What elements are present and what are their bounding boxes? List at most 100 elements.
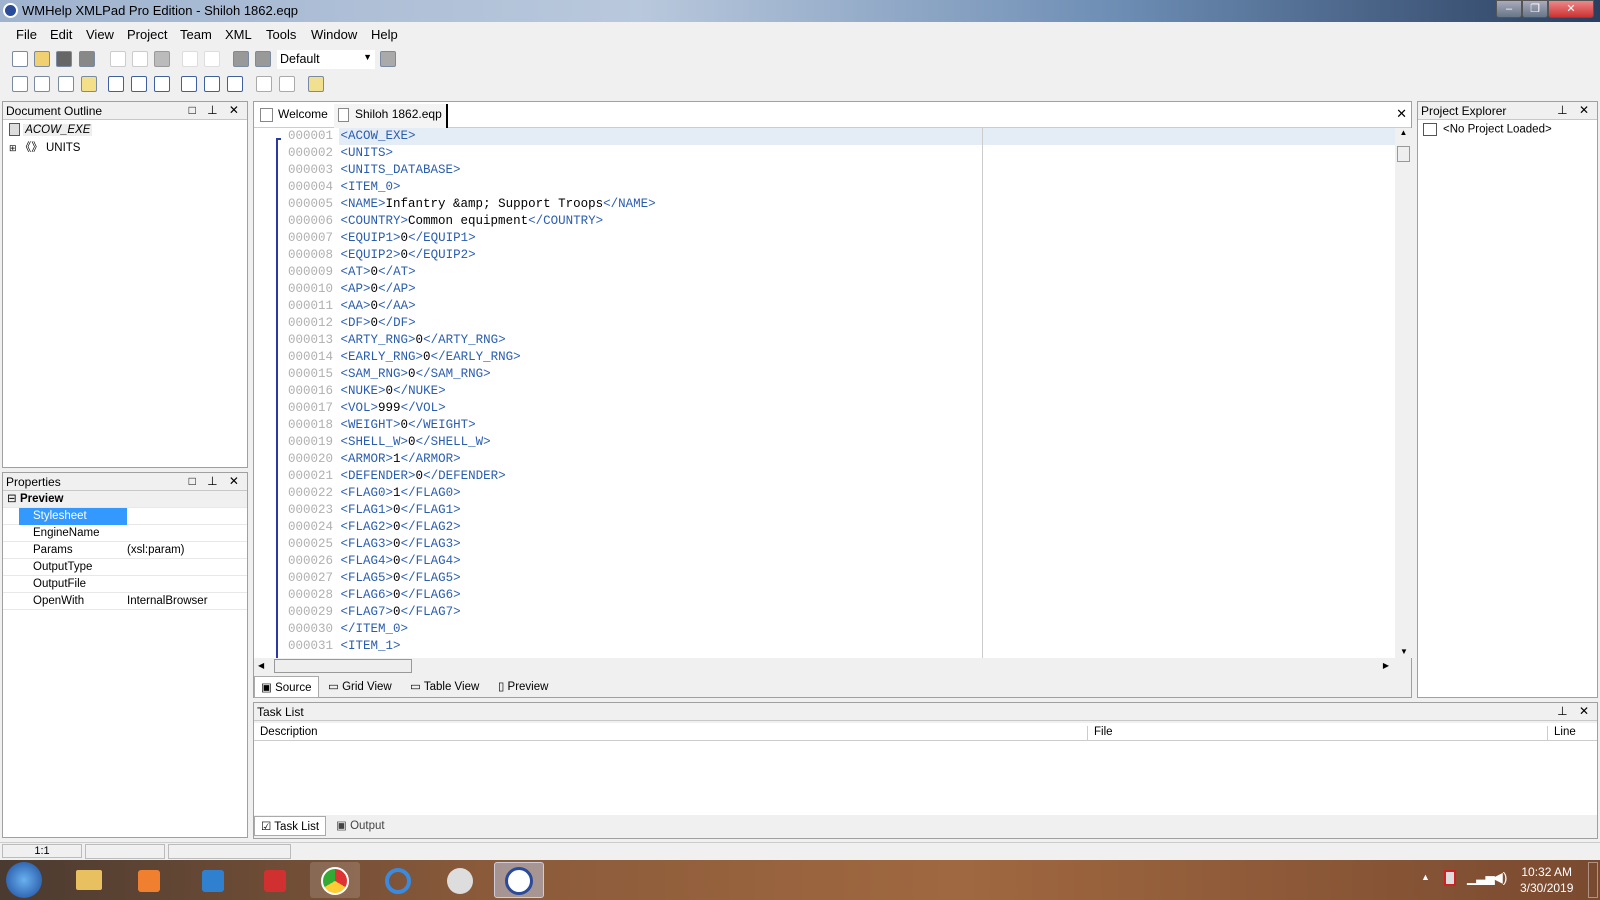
cut-icon[interactable]	[110, 51, 126, 67]
menu-window[interactable]: Window	[311, 27, 357, 42]
scroll-thumb[interactable]	[1397, 146, 1410, 162]
start-button[interactable]	[6, 862, 42, 898]
schema-icon[interactable]	[308, 76, 324, 92]
xmlpad-icon[interactable]	[494, 862, 544, 898]
line-number: 000008	[288, 248, 334, 262]
minimize-button[interactable]: –	[1496, 0, 1522, 18]
xml-tag: <WEIGHT>	[340, 418, 401, 432]
menu-view[interactable]: View	[86, 27, 114, 42]
property-row[interactable]: EngineName	[3, 525, 247, 542]
outline-root[interactable]: ACOW_EXE	[9, 123, 93, 136]
text-content: 0	[393, 571, 401, 585]
horizontal-scrollbar[interactable]: ◀ ▶	[254, 658, 1395, 674]
paint-icon[interactable]	[434, 862, 484, 898]
menu-xml[interactable]: XML	[225, 27, 252, 42]
chrome-icon[interactable]	[310, 862, 360, 898]
app-store-icon[interactable]	[188, 862, 238, 898]
code-area[interactable]: 000001 <ACOW_EXE> 000002 <UNITS> 000003 <U…	[254, 128, 1395, 658]
expand-icon[interactable]: ⊞	[9, 143, 17, 153]
editor-panel: Welcome Shiloh 1862.eqp ✕ 000001 <ACOW_E…	[253, 101, 1412, 698]
tab-shiloh[interactable]: Shiloh 1862.eqp	[334, 104, 448, 128]
vertical-scrollbar[interactable]: ▲ ▼	[1395, 128, 1412, 658]
show-hidden-icons[interactable]: ▲	[1421, 872, 1430, 882]
close-tab-icon[interactable]: ✕	[1396, 106, 1407, 122]
undo-icon[interactable]	[182, 51, 198, 67]
tab-grid-view[interactable]: ▭ Grid View	[328, 679, 392, 693]
todoist-icon[interactable]	[250, 862, 300, 898]
save-all-icon[interactable]	[79, 51, 95, 67]
deploy-icon[interactable]	[380, 51, 396, 67]
menu-file[interactable]: File	[16, 27, 37, 42]
maximize-button[interactable]: ❐	[1522, 0, 1548, 18]
tab-welcome[interactable]: Welcome	[260, 107, 328, 122]
internet-explorer-icon[interactable]	[372, 862, 422, 898]
column-file[interactable]: File	[1087, 726, 1113, 741]
volume-icon[interactable]: ◀)	[1492, 869, 1507, 886]
check-icon[interactable]	[58, 76, 74, 92]
list-icon[interactable]	[256, 76, 272, 92]
validate-icon[interactable]	[233, 51, 249, 67]
indent-icon[interactable]	[204, 76, 220, 92]
tab-preview[interactable]: ▯ Preview	[498, 679, 548, 693]
xml-tag: <EQUIP1>	[340, 231, 401, 245]
outline-node[interactable]: ⊞ 《》 UNITS	[9, 139, 80, 155]
outdent-icon[interactable]	[227, 76, 243, 92]
menu-edit[interactable]: Edit	[50, 27, 72, 42]
code-line: 000029 <FLAG7>0</FLAG7>	[288, 604, 656, 621]
save-icon[interactable]	[56, 51, 72, 67]
xml-tag: <VOL>	[340, 401, 379, 415]
explorer-icon[interactable]	[64, 862, 114, 898]
list2-icon[interactable]	[279, 76, 295, 92]
xml-tag: </ARTY_RNG>	[423, 333, 506, 347]
line-number: 000004	[288, 180, 334, 194]
new-icon[interactable]	[12, 51, 28, 67]
text-content: 1	[393, 486, 401, 500]
panel-controls[interactable]: □ ⊥ ✕	[189, 474, 243, 488]
text-content: 0	[370, 282, 379, 296]
open-icon[interactable]	[34, 51, 50, 67]
tab-task-list[interactable]: ☑ Task List	[254, 816, 327, 836]
property-row[interactable]: OutputFile	[3, 576, 247, 593]
outline-icon[interactable]	[12, 76, 28, 92]
column-line[interactable]: Line	[1547, 726, 1576, 741]
tab-output[interactable]: ▣ Output	[336, 818, 385, 832]
profile-select[interactable]: Default ▼	[277, 50, 375, 69]
code-line: 000019 <SHELL_W>0</SHELL_W>	[288, 434, 656, 451]
tab-source[interactable]: ▣ Source	[254, 676, 319, 698]
panel-controls[interactable]: ⊥ ✕	[1557, 103, 1593, 117]
property-row[interactable]: OpenWith InternalBrowser	[3, 593, 247, 610]
property-row[interactable]: OutputType	[3, 559, 247, 576]
menu-project[interactable]: Project	[127, 27, 167, 42]
format-icon[interactable]	[34, 76, 50, 92]
power-icon[interactable]	[1444, 870, 1456, 886]
expand-icon[interactable]	[154, 76, 170, 92]
sort-icon[interactable]	[108, 76, 124, 92]
menu-team[interactable]: Team	[180, 27, 212, 42]
column-description[interactable]: Description	[260, 726, 318, 738]
xslt-icon[interactable]	[81, 76, 97, 92]
property-row[interactable]: Stylesheet	[3, 508, 247, 525]
close-button[interactable]: ✕	[1548, 0, 1594, 18]
menu-tools[interactable]: Tools	[266, 27, 296, 42]
no-project-item[interactable]: <No Project Loaded>	[1423, 123, 1552, 136]
line-number: 000009	[288, 265, 334, 279]
redo-icon[interactable]	[204, 51, 220, 67]
xml-tag: </COUNTRY>	[528, 214, 604, 228]
clock[interactable]: 10:32 AM 3/30/2019	[1520, 864, 1573, 896]
property-group[interactable]: ⊟ Preview	[3, 491, 247, 508]
show-desktop-button[interactable]	[1588, 862, 1598, 898]
network-icon[interactable]: ▁▃▅	[1467, 871, 1495, 885]
paste-icon[interactable]	[154, 51, 170, 67]
media-player-icon[interactable]	[124, 862, 174, 898]
hscroll-thumb[interactable]	[274, 659, 412, 673]
copy-icon[interactable]	[132, 51, 148, 67]
panel-controls[interactable]: □ ⊥ ✕	[189, 103, 243, 117]
transform-icon[interactable]	[255, 51, 271, 67]
property-row[interactable]: Params (xsl:param)	[3, 542, 247, 559]
move-top-icon[interactable]	[131, 76, 147, 92]
tab-table-view[interactable]: ▭ Table View	[410, 679, 479, 693]
xml-tag: <AA>	[340, 299, 371, 313]
ab-icon[interactable]	[181, 76, 197, 92]
menu-help[interactable]: Help	[371, 27, 398, 42]
panel-controls[interactable]: ⊥ ✕	[1557, 704, 1593, 718]
